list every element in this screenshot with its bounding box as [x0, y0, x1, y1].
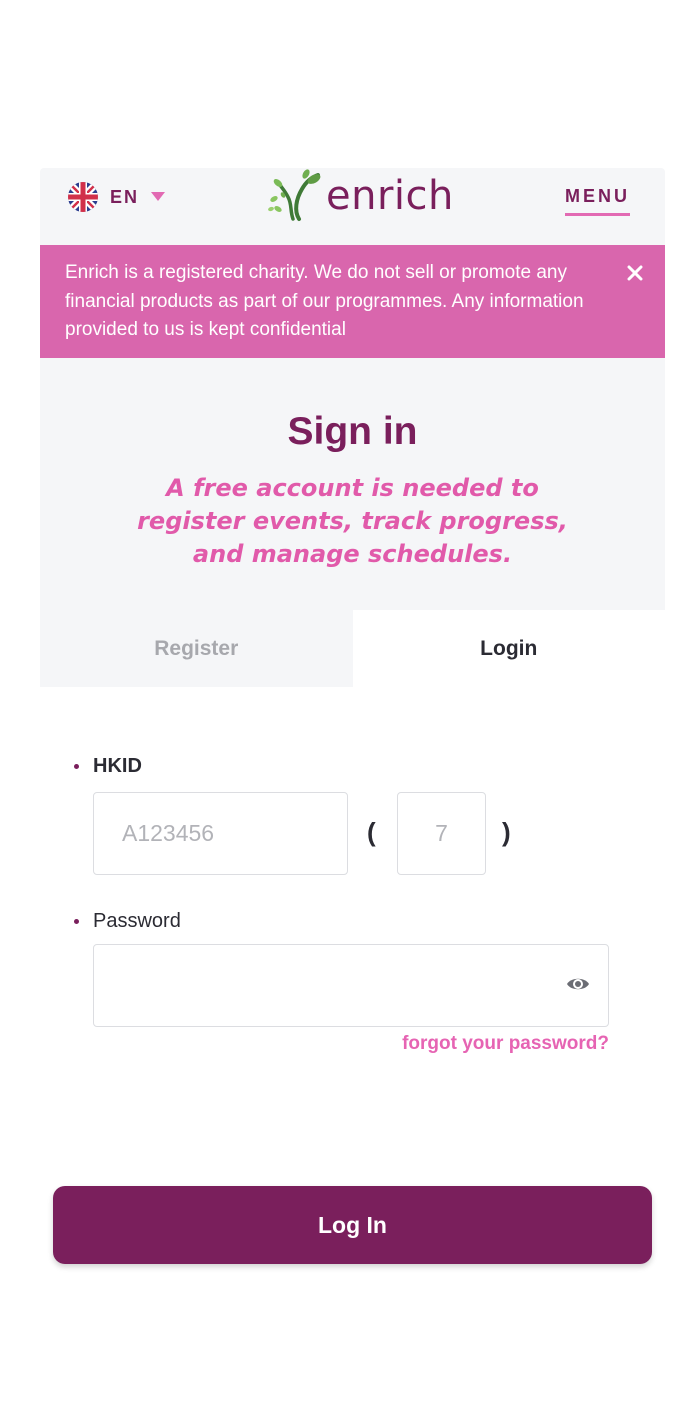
password-label-text: Password: [93, 910, 181, 932]
tab-register[interactable]: Register: [40, 610, 353, 687]
language-selector[interactable]: EN: [68, 182, 166, 212]
check-digit-placeholder: 7: [435, 820, 448, 846]
charity-notice-banner: Enrich is a registered charity. We do no…: [40, 245, 665, 358]
caret-down-icon: [151, 192, 166, 201]
hkid-input[interactable]: A123456: [93, 792, 348, 875]
page-title: Sign in: [287, 410, 418, 453]
language-label: EN: [110, 186, 140, 207]
close-icon[interactable]: [627, 265, 643, 281]
password-label: Password: [74, 910, 181, 933]
signin-section: Sign in A free account is needed to regi…: [40, 358, 665, 687]
eye-icon[interactable]: [566, 975, 590, 993]
hkid-check-digit-input[interactable]: 7: [397, 792, 486, 875]
page-subtitle: A free account is needed to register eve…: [137, 474, 568, 568]
forgot-password-link[interactable]: forgot your password?: [402, 1033, 609, 1055]
sign-in-card: EN enrich MENU Enrich is a registered ch…: [40, 168, 665, 1287]
brand-logo[interactable]: enrich: [266, 168, 454, 224]
auth-tabs: Register Login: [40, 610, 665, 687]
hkid-label-text: HKID: [93, 755, 142, 777]
paren-close: ): [502, 817, 511, 847]
required-dot: [74, 764, 79, 769]
banner-text: Enrich is a registered charity. We do no…: [65, 262, 584, 340]
hkid-label: HKID: [74, 755, 142, 778]
brand-name: enrich: [326, 173, 454, 219]
login-button[interactable]: Log In: [53, 1186, 652, 1264]
uk-flag-icon: [68, 182, 98, 212]
login-form: HKID A123456 ( 7 ) Password forgot your …: [40, 687, 665, 1287]
enrich-logo-icon: [268, 169, 321, 221]
required-dot: [74, 919, 79, 924]
password-field[interactable]: [93, 944, 609, 1027]
hkid-placeholder: A123456: [122, 820, 215, 846]
paren-open: (: [367, 817, 376, 847]
menu-button[interactable]: MENU: [565, 186, 630, 216]
tab-login[interactable]: Login: [352, 610, 665, 687]
top-header: EN enrich MENU: [40, 168, 665, 245]
